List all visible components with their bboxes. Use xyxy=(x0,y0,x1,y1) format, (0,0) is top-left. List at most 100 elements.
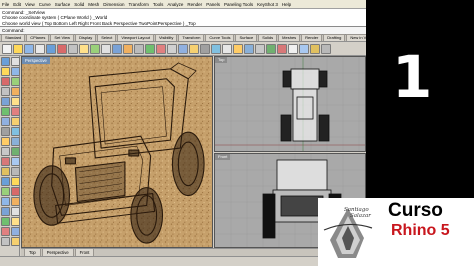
toolbar-tab-surface[interactable]: Surface xyxy=(235,34,258,41)
left-tool-icon[interactable] xyxy=(11,127,20,136)
toolbar-tool-icon[interactable] xyxy=(24,43,34,54)
left-tool-icon[interactable] xyxy=(1,77,10,86)
left-tool-icon[interactable] xyxy=(1,237,10,246)
toolbar-tool-icon[interactable] xyxy=(2,43,12,54)
menu-item-render[interactable]: Render xyxy=(187,0,202,9)
top-viewport-title[interactable]: Top xyxy=(215,57,228,63)
left-tool-icon[interactable] xyxy=(11,197,20,206)
menu-item-view[interactable]: View xyxy=(25,0,35,9)
left-tool-icon[interactable] xyxy=(1,57,10,66)
toolbar-tool-icon[interactable] xyxy=(90,43,100,54)
menu-item-analyze[interactable]: Analyze xyxy=(167,0,183,9)
left-tool-icon[interactable] xyxy=(1,197,10,206)
toolbar-tool-icon[interactable] xyxy=(299,43,309,54)
toolbar-tool-icon[interactable] xyxy=(189,43,199,54)
toolbar-tool-icon[interactable] xyxy=(68,43,78,54)
toolbar-tool-icon[interactable] xyxy=(222,43,232,54)
menu-item-tools[interactable]: Tools xyxy=(153,0,164,9)
toolbar-tool-icon[interactable] xyxy=(200,43,210,54)
menu-item-edit[interactable]: Edit xyxy=(13,0,21,9)
menu-item-file[interactable]: File xyxy=(2,0,9,9)
toolbar-tool-icon[interactable] xyxy=(255,43,265,54)
toolbar-tool-icon[interactable] xyxy=(233,43,243,54)
toolbar-tool-icon[interactable] xyxy=(156,43,166,54)
toolbar-tool-icon[interactable] xyxy=(211,43,221,54)
left-tool-icon[interactable] xyxy=(1,157,10,166)
toolbar-tool-icon[interactable] xyxy=(101,43,111,54)
toolbar-tab-transform[interactable]: Transform xyxy=(178,34,205,41)
left-tool-icon[interactable] xyxy=(11,137,20,146)
left-tool-icon[interactable] xyxy=(1,107,10,116)
toolbar-tab-render[interactable]: Render xyxy=(301,34,323,41)
left-tool-icon[interactable] xyxy=(11,227,20,236)
left-tool-icon[interactable] xyxy=(11,87,20,96)
left-tool-icon[interactable] xyxy=(1,97,10,106)
left-tool-icon[interactable] xyxy=(11,67,20,76)
toolbar-tab-select[interactable]: Select xyxy=(97,34,117,41)
left-tool-icon[interactable] xyxy=(11,147,20,156)
left-tool-icon[interactable] xyxy=(11,117,20,126)
left-tool-icon[interactable] xyxy=(11,217,20,226)
left-tool-icon[interactable] xyxy=(11,77,20,86)
toolbar-tool-icon[interactable] xyxy=(35,43,45,54)
toolbar-tab-drafting[interactable]: Drafting xyxy=(323,34,346,41)
toolbar-tab-viewport-layout[interactable]: Viewport Layout xyxy=(117,34,154,41)
left-tool-icon[interactable] xyxy=(11,207,20,216)
toolbar-tab-solids[interactable]: Solids xyxy=(258,34,278,41)
toolbar-tool-icon[interactable] xyxy=(244,43,254,54)
left-tool-icon[interactable] xyxy=(1,67,10,76)
menu-item-help[interactable]: Help xyxy=(282,0,291,9)
toolbar-tool-icon[interactable] xyxy=(79,43,89,54)
toolbar-tool-icon[interactable] xyxy=(288,43,298,54)
top-viewport[interactable]: Top xyxy=(214,56,366,152)
menu-item-mesh[interactable]: Mesh xyxy=(88,0,99,9)
menu-item-transform[interactable]: Transform xyxy=(129,0,149,9)
toolbar-tool-icon[interactable] xyxy=(310,43,320,54)
left-tool-icon[interactable] xyxy=(1,217,10,226)
left-tool-icon[interactable] xyxy=(1,207,10,216)
left-tool-icon[interactable] xyxy=(11,57,20,66)
perspective-viewport[interactable]: Perspective xyxy=(21,56,213,248)
menu-item-keyshot-3[interactable]: KeyShot 3 xyxy=(257,0,278,9)
left-tool-icon[interactable] xyxy=(11,167,20,176)
toolbar-tool-icon[interactable] xyxy=(57,43,67,54)
toolbar-tab-standard[interactable]: Standard xyxy=(1,34,26,41)
toolbar-tab-cplanes[interactable]: CPlanes xyxy=(26,34,50,41)
toolbar-tab-curve-tools[interactable]: Curve Tools xyxy=(205,34,235,41)
menu-item-panels[interactable]: Panels xyxy=(206,0,220,9)
toolbar-tab-meshes[interactable]: Meshes xyxy=(278,34,301,41)
menu-item-surface[interactable]: Surface xyxy=(55,0,71,9)
left-tool-icon[interactable] xyxy=(11,177,20,186)
menu-item-paneling-tools[interactable]: Paneling Tools xyxy=(224,0,253,9)
toolbar-tab-display[interactable]: Display xyxy=(75,34,97,41)
toolbar-tool-icon[interactable] xyxy=(145,43,155,54)
left-tool-icon[interactable] xyxy=(1,117,10,126)
left-tool-icon[interactable] xyxy=(11,187,20,196)
toolbar-tool-icon[interactable] xyxy=(167,43,177,54)
toolbar-tool-icon[interactable] xyxy=(112,43,122,54)
left-tool-icon[interactable] xyxy=(1,227,10,236)
toolbar-tool-icon[interactable] xyxy=(277,43,287,54)
toolbar-tab-visibility[interactable]: Visibility xyxy=(154,34,178,41)
left-tool-icon[interactable] xyxy=(11,157,20,166)
left-tool-icon[interactable] xyxy=(1,87,10,96)
menu-item-curve[interactable]: Curve xyxy=(39,0,51,9)
toolbar-tool-icon[interactable] xyxy=(266,43,276,54)
left-tool-icon[interactable] xyxy=(11,107,20,116)
toolbar-tool-icon[interactable] xyxy=(134,43,144,54)
toolbar-tool-icon[interactable] xyxy=(46,43,56,54)
toolbar-tab-new-in-v5[interactable]: New in V5 xyxy=(346,34,366,41)
toolbar-tool-icon[interactable] xyxy=(123,43,133,54)
left-tool-icon[interactable] xyxy=(11,97,20,106)
menu-item-dimension[interactable]: Dimension xyxy=(103,0,124,9)
toolbar-tool-icon[interactable] xyxy=(13,43,23,54)
left-tool-icon[interactable] xyxy=(1,137,10,146)
toolbar-tool-icon[interactable] xyxy=(321,43,331,54)
toolbar-tab-set-view[interactable]: Set View xyxy=(50,34,75,41)
left-tool-icon[interactable] xyxy=(1,177,10,186)
menu-item-solid[interactable]: Solid xyxy=(74,0,84,9)
left-tool-icon[interactable] xyxy=(1,187,10,196)
left-tool-icon[interactable] xyxy=(1,127,10,136)
perspective-viewport-title[interactable]: Perspective xyxy=(22,57,50,64)
front-viewport-title[interactable]: Front xyxy=(215,154,231,160)
